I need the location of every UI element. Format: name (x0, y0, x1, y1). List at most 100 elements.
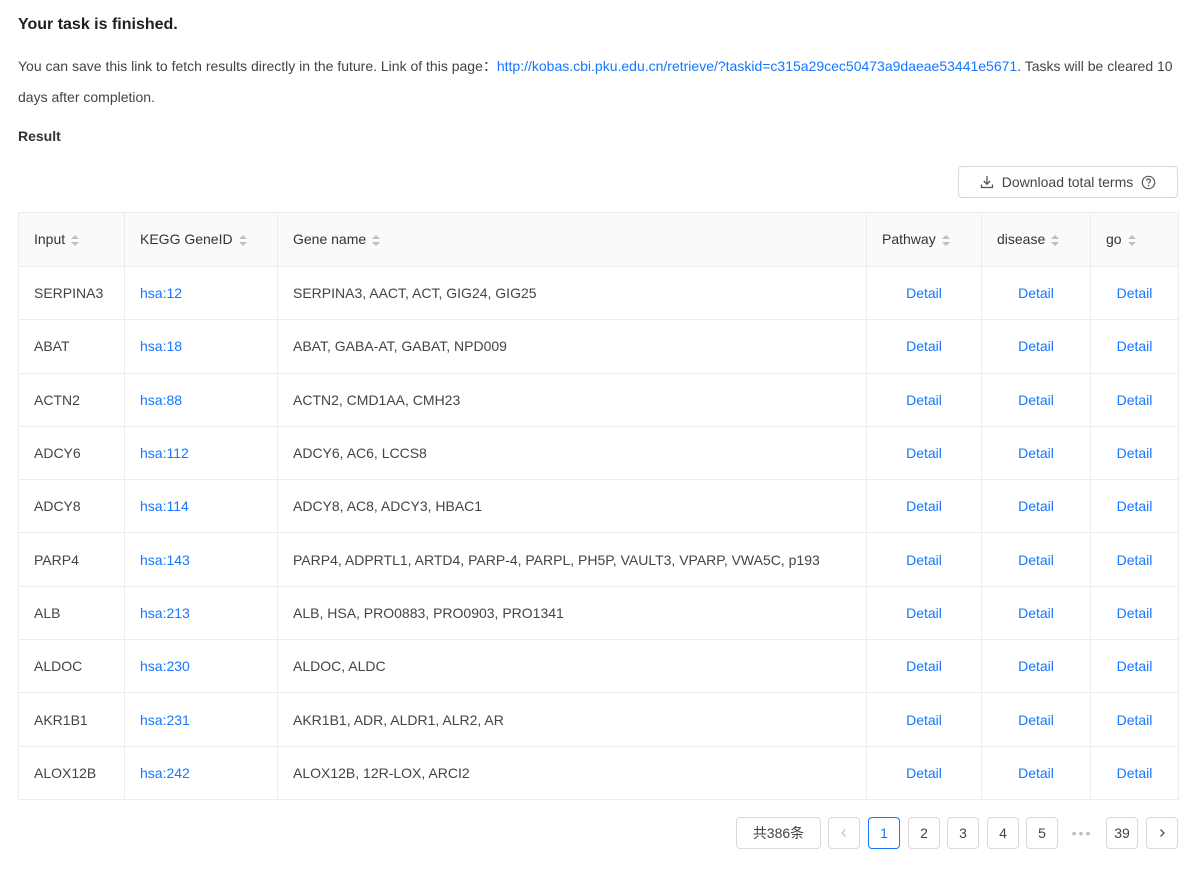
cell-kegg-geneid-link[interactable]: hsa:18 (140, 338, 182, 354)
sort-icon[interactable] (238, 234, 247, 248)
table-row: ABAT hsa:18 ABAT, GABA-AT, GABAT, NPD009 De… (18, 319, 1179, 374)
go-detail-link[interactable]: Detail (1117, 338, 1153, 354)
table-row: ALDOC hsa:230 ALDOC, ALDC Detail Detail Detai… (18, 639, 1179, 694)
pagination-page-2[interactable]: 2 (908, 817, 940, 849)
cell-gene-name: ALB, HSA, PRO0883, PRO0903, PRO1341 (277, 585, 867, 641)
cell-gene-name: ALOX12B, 12R-LOX, ARCI2 (277, 745, 867, 800)
table-row: AKR1B1 hsa:231 AKR1B1, ADR, ALDR1, ALR2, A… (18, 692, 1179, 747)
cell-input: ALB (18, 585, 125, 641)
cell-input: PARP4 (18, 532, 125, 587)
cell-input: ABAT (18, 319, 125, 374)
column-header-go[interactable]: go (1090, 212, 1179, 267)
pagination-next-button[interactable] (1146, 817, 1178, 849)
go-detail-link[interactable]: Detail (1117, 712, 1153, 728)
sort-icon[interactable] (71, 234, 80, 248)
retrieve-link[interactable]: http://kobas.cbi.pku.edu.cn/retrieve/?ta… (497, 58, 1017, 74)
cell-input: ALOX12B (18, 745, 125, 800)
disease-detail-link[interactable]: Detail (1018, 498, 1054, 514)
disease-detail-link[interactable]: Detail (1018, 712, 1054, 728)
task-description: You can save this link to fetch results … (18, 51, 1183, 113)
download-total-terms-button[interactable]: Download total terms (958, 166, 1178, 198)
pagination-page-1[interactable]: 1 (868, 817, 900, 849)
cell-kegg-geneid-link[interactable]: hsa:230 (140, 658, 190, 674)
sort-icon[interactable] (941, 234, 950, 248)
sort-icon[interactable] (372, 234, 381, 248)
pathway-detail-link[interactable]: Detail (906, 552, 942, 568)
go-detail-link[interactable]: Detail (1117, 498, 1153, 514)
pathway-detail-link[interactable]: Detail (906, 765, 942, 781)
desc-prefix: You can save this link to fetch results … (18, 58, 497, 74)
cell-gene-name: ADCY8, AC8, ADCY3, HBAC1 (277, 479, 867, 534)
pagination-page-5[interactable]: 5 (1026, 817, 1058, 849)
cell-kegg-geneid-link[interactable]: hsa:12 (140, 285, 182, 301)
column-header-kegg-geneid[interactable]: KEGG GeneID (124, 212, 278, 267)
pathway-detail-link[interactable]: Detail (906, 498, 942, 514)
cell-kegg-geneid-link[interactable]: hsa:143 (140, 552, 190, 568)
disease-detail-link[interactable]: Detail (1018, 285, 1054, 301)
pathway-detail-link[interactable]: Detail (906, 712, 942, 728)
table-row: ADCY8 hsa:114 ADCY8, AC8, ADCY3, HBAC1 Deta… (18, 479, 1179, 534)
go-detail-link[interactable]: Detail (1117, 605, 1153, 621)
cell-kegg-geneid-link[interactable]: hsa:88 (140, 392, 182, 408)
pathway-detail-link[interactable]: Detail (906, 285, 942, 301)
go-detail-link[interactable]: Detail (1117, 552, 1153, 568)
sort-icon[interactable] (1051, 234, 1060, 248)
go-detail-link[interactable]: Detail (1117, 445, 1153, 461)
table-row: ALB hsa:213 ALB, HSA, PRO0883, PRO0903, PR… (18, 585, 1179, 641)
pagination-page-last[interactable]: 39 (1106, 817, 1138, 849)
disease-detail-link[interactable]: Detail (1018, 552, 1054, 568)
result-table: Input KEGG GeneID Gene name Pathway dise… (18, 212, 1179, 800)
column-header-input[interactable]: Input (18, 212, 125, 267)
question-circle-icon[interactable] (1141, 175, 1156, 190)
cell-input: SERPINA3 (18, 265, 125, 321)
cell-gene-name: PARP4, ADPRTL1, ARTD4, PARP-4, PARPL, PH… (277, 532, 867, 587)
result-heading: Result (18, 128, 61, 144)
cell-kegg-geneid-link[interactable]: hsa:242 (140, 765, 190, 781)
cell-input: ALDOC (18, 639, 125, 694)
pathway-detail-link[interactable]: Detail (906, 445, 942, 461)
table-row: ACTN2 hsa:88 ACTN2, CMD1AA, CMH23 Detail Det… (18, 372, 1179, 427)
table-header-row: Input KEGG GeneID Gene name Pathway dise… (18, 212, 1179, 267)
disease-detail-link[interactable]: Detail (1018, 445, 1054, 461)
pagination-total: 共386条 (736, 817, 821, 849)
column-header-pathway[interactable]: Pathway (866, 212, 982, 267)
cell-gene-name: ACTN2, CMD1AA, CMH23 (277, 372, 867, 427)
cell-input: ACTN2 (18, 372, 125, 427)
cell-gene-name: ALDOC, ALDC (277, 639, 867, 694)
disease-detail-link[interactable]: Detail (1018, 338, 1054, 354)
task-finished-title: Your task is finished. (18, 16, 178, 33)
cell-gene-name: ADCY6, AC6, LCCS8 (277, 425, 867, 481)
disease-detail-link[interactable]: Detail (1018, 605, 1054, 621)
pagination-ellipsis[interactable]: ••• (1066, 817, 1098, 849)
cell-kegg-geneid-link[interactable]: hsa:231 (140, 712, 190, 728)
pagination-page-3[interactable]: 3 (947, 817, 979, 849)
chevron-left-icon (839, 825, 849, 841)
pathway-detail-link[interactable]: Detail (906, 658, 942, 674)
table-row: ADCY6 hsa:112 ADCY6, AC6, LCCS8 Detail Detai… (18, 425, 1179, 481)
pathway-detail-link[interactable]: Detail (906, 338, 942, 354)
cell-kegg-geneid-link[interactable]: hsa:114 (140, 498, 189, 514)
go-detail-link[interactable]: Detail (1117, 658, 1153, 674)
pathway-detail-link[interactable]: Detail (906, 392, 942, 408)
download-button-label: Download total terms (1001, 174, 1134, 190)
pathway-detail-link[interactable]: Detail (906, 605, 942, 621)
disease-detail-link[interactable]: Detail (1018, 765, 1054, 781)
table-row: PARP4 hsa:143 PARP4, ADPRTL1, ARTD4, PARP-… (18, 532, 1179, 587)
pagination-prev-button[interactable] (828, 817, 860, 849)
cell-input: ADCY8 (18, 479, 125, 534)
cell-kegg-geneid-link[interactable]: hsa:112 (140, 445, 189, 461)
column-header-gene-name[interactable]: Gene name (277, 212, 867, 267)
chevron-right-icon (1157, 825, 1167, 841)
go-detail-link[interactable]: Detail (1117, 285, 1153, 301)
download-icon (980, 175, 994, 189)
cell-input: AKR1B1 (18, 692, 125, 747)
disease-detail-link[interactable]: Detail (1018, 392, 1054, 408)
go-detail-link[interactable]: Detail (1117, 392, 1153, 408)
disease-detail-link[interactable]: Detail (1018, 658, 1054, 674)
go-detail-link[interactable]: Detail (1117, 765, 1153, 781)
sort-icon[interactable] (1127, 234, 1136, 248)
cell-input: ADCY6 (18, 425, 125, 481)
column-header-disease[interactable]: disease (981, 212, 1091, 267)
pagination-page-4[interactable]: 4 (987, 817, 1019, 849)
cell-kegg-geneid-link[interactable]: hsa:213 (140, 605, 190, 621)
